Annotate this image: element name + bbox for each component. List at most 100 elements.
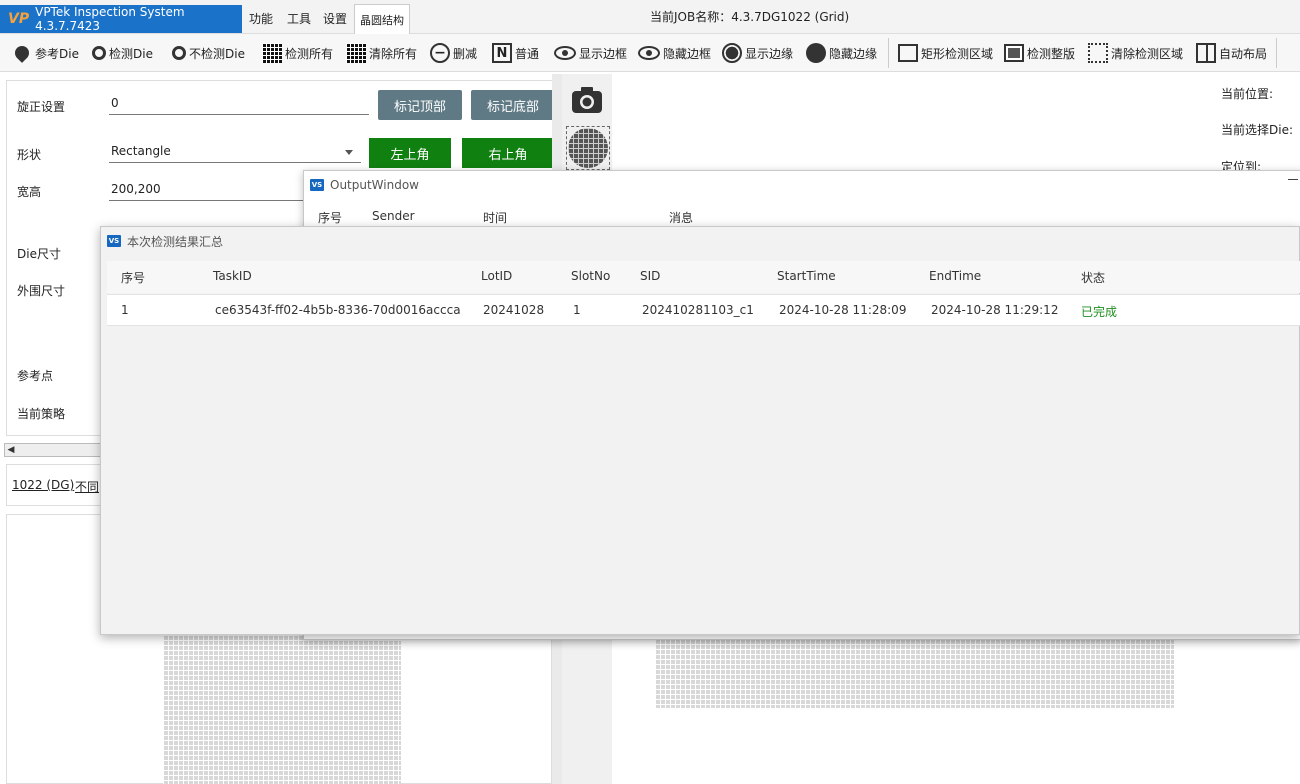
summary-window-title: 本次检测结果汇总 bbox=[127, 234, 224, 249]
rect-region-button[interactable]: 矩形检测区域 bbox=[898, 41, 993, 65]
app-title-bar: VP VPTek Inspection System 4.3.7.7423 bbox=[0, 5, 242, 33]
size-input[interactable]: 200,200 bbox=[109, 179, 309, 201]
row-index: 1 bbox=[121, 303, 129, 317]
wafer-map-grid[interactable] bbox=[655, 634, 1174, 708]
column-header[interactable]: SlotNo bbox=[571, 269, 610, 283]
rotation-label: 旋正设置 bbox=[17, 100, 66, 114]
search-pin-icon bbox=[92, 46, 106, 60]
inspect-full-label: 检测整版 bbox=[1027, 46, 1076, 61]
inspect-die-label: 检测Die bbox=[109, 46, 153, 61]
grid-icon bbox=[262, 43, 282, 63]
rect-icon bbox=[898, 44, 918, 62]
top-left-corner-button[interactable]: 左上角 bbox=[369, 138, 451, 168]
top-right-corner-button[interactable]: 右上角 bbox=[462, 138, 554, 168]
horizontal-scrollbar[interactable] bbox=[4, 443, 104, 457]
column-header[interactable]: LotID bbox=[481, 269, 512, 283]
show-border-label: 显示边框 bbox=[579, 46, 628, 61]
toolbar-divider bbox=[1276, 38, 1277, 68]
hide-edge-label: 隐藏边缘 bbox=[829, 46, 878, 61]
vs-icon: VS bbox=[107, 235, 121, 247]
current-position-label: 当前位置: bbox=[1221, 87, 1274, 101]
die-size-label: Die尺寸 bbox=[17, 247, 61, 261]
camera-icon[interactable] bbox=[570, 83, 604, 117]
column-header[interactable]: TaskID bbox=[213, 269, 252, 283]
summary-window-title-bar[interactable]: VS 本次检测结果汇总 bbox=[101, 227, 223, 255]
layout-icon bbox=[1196, 43, 1216, 63]
column-header[interactable]: 消息 bbox=[669, 209, 693, 226]
grid-icon bbox=[346, 43, 366, 63]
toolbar: 参考Die 检测Die 不检测Die 检测所有 清除所有 − 删减 N 普通 显… bbox=[0, 34, 1300, 72]
job-name-label: 当前JOB名称：4.3.7DG1022 (Grid) bbox=[650, 10, 850, 24]
clear-all-label: 清除所有 bbox=[369, 46, 418, 61]
current-die-label: 当前选择Die: bbox=[1221, 123, 1294, 137]
job-link[interactable]: 1022 (DG) bbox=[12, 478, 74, 492]
column-header[interactable]: 序号 bbox=[318, 209, 342, 226]
ref-die-label: 参考Die bbox=[35, 46, 79, 61]
hide-border-label: 隐藏边框 bbox=[663, 46, 712, 61]
job-link-2[interactable]: 不同 bbox=[75, 478, 99, 495]
pin-icon bbox=[12, 43, 32, 63]
status-badge: 已完成 bbox=[1081, 305, 1118, 319]
app-title: VPTek Inspection System 4.3.7.7423 bbox=[35, 5, 185, 33]
wafer-map-grid[interactable] bbox=[163, 635, 401, 784]
mark-bottom-button[interactable]: 标记底部 bbox=[471, 90, 555, 120]
menu-settings[interactable]: 设置 bbox=[323, 10, 347, 27]
menu-function[interactable]: 功能 bbox=[249, 10, 273, 27]
hide-edge-button[interactable]: 隐藏边缘 bbox=[806, 41, 877, 65]
chevron-down-icon bbox=[345, 150, 353, 155]
trim-button[interactable]: − 删减 bbox=[430, 41, 477, 65]
column-header[interactable]: 时间 bbox=[483, 209, 507, 226]
auto-layout-button[interactable]: 自动布局 bbox=[1196, 41, 1267, 65]
ref-point-label: 参考点 bbox=[17, 369, 54, 383]
normal-button[interactable]: N 普通 bbox=[492, 41, 539, 65]
clear-all-button[interactable]: 清除所有 bbox=[346, 41, 417, 65]
app-logo: VP bbox=[8, 11, 30, 27]
lot-id: 20241028 bbox=[483, 303, 545, 317]
scroll-left-icon[interactable]: ◀ bbox=[4, 443, 18, 457]
column-header[interactable]: 状态 bbox=[1081, 269, 1105, 286]
minimize-icon[interactable] bbox=[1288, 179, 1298, 180]
column-header[interactable]: EndTime bbox=[929, 269, 981, 283]
minus-circle-icon: − bbox=[430, 43, 450, 63]
eye-icon bbox=[554, 46, 576, 60]
ring-dot-icon bbox=[722, 43, 742, 63]
task-id: ce63543f-ff02-4b5b-8336-70d0016accca bbox=[215, 303, 461, 317]
job-strip: 1022 (DG) 不同 bbox=[6, 464, 106, 506]
no-inspect-die-button[interactable]: 不检测Die bbox=[172, 41, 245, 65]
clear-region-button[interactable]: 清除检测区域 bbox=[1088, 41, 1183, 65]
slot-no: 1 bbox=[573, 303, 581, 317]
wafer-view-button[interactable] bbox=[566, 126, 610, 170]
inspection-summary-window: VS 本次检测结果汇总 序号 TaskID LotID SlotNo SID S… bbox=[100, 226, 1300, 635]
table-row[interactable]: 1 ce63543f-ff02-4b5b-8336-70d0016accca 2… bbox=[107, 294, 1300, 326]
dotted-rect-icon bbox=[1088, 43, 1108, 63]
tab-wafer-structure[interactable]: 晶圆结构 bbox=[354, 4, 410, 34]
shape-select[interactable]: Rectangle bbox=[109, 141, 361, 163]
end-time: 2024-10-28 11:29:12 bbox=[931, 303, 1059, 317]
no-inspect-die-label: 不检测Die bbox=[189, 46, 245, 61]
column-header[interactable]: StartTime bbox=[777, 269, 836, 283]
mark-top-button[interactable]: 标记顶部 bbox=[378, 90, 462, 120]
toolbar-divider bbox=[888, 38, 889, 68]
inspect-full-button[interactable]: 检测整版 bbox=[1004, 41, 1075, 65]
n-box-icon: N bbox=[492, 43, 512, 63]
inspect-all-button[interactable]: 检测所有 bbox=[262, 41, 333, 65]
menu-tools[interactable]: 工具 bbox=[287, 10, 311, 27]
start-time: 2024-10-28 11:28:09 bbox=[779, 303, 907, 317]
wafer-icon bbox=[568, 128, 608, 168]
show-edge-button[interactable]: 显示边缘 bbox=[722, 41, 793, 65]
ref-die-button[interactable]: 参考Die bbox=[12, 41, 79, 65]
search-pin-icon bbox=[172, 46, 186, 60]
column-header[interactable]: 序号 bbox=[121, 269, 145, 286]
rotation-input[interactable]: 0 bbox=[109, 93, 369, 115]
column-header[interactable]: Sender bbox=[372, 209, 415, 223]
clear-region-label: 清除检测区域 bbox=[1111, 46, 1184, 61]
dot-icon bbox=[806, 43, 826, 63]
column-header[interactable]: SID bbox=[640, 269, 660, 283]
table-header: 序号 TaskID LotID SlotNo SID StartTime End… bbox=[107, 261, 1300, 293]
show-edge-label: 显示边缘 bbox=[745, 46, 794, 61]
inspect-die-button[interactable]: 检测Die bbox=[92, 41, 153, 65]
hide-border-button[interactable]: 隐藏边框 bbox=[638, 41, 711, 65]
show-border-button[interactable]: 显示边框 bbox=[554, 41, 627, 65]
sid: 202410281103_c1 bbox=[642, 303, 754, 317]
output-window-title-bar[interactable]: VS OutputWindow bbox=[304, 171, 419, 199]
